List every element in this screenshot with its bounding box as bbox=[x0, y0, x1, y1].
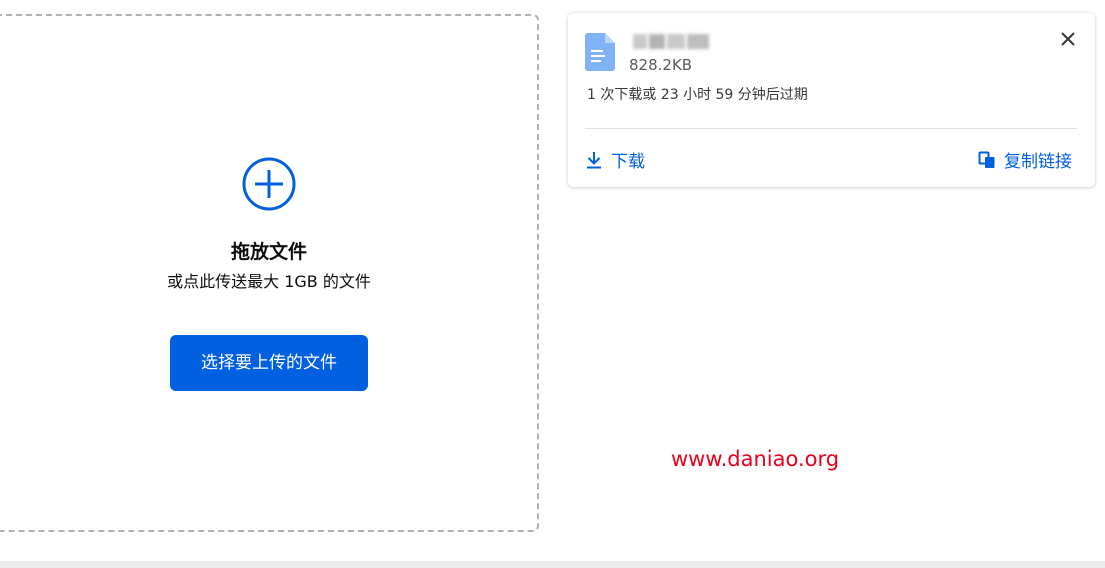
send-page: 拖放文件 或点此传送最大 1GB 的文件 选择要上传的文件 828.2KB 1 … bbox=[0, 0, 1105, 568]
file-name-redacted bbox=[633, 33, 709, 49]
card-divider bbox=[585, 128, 1077, 129]
copy-link-button[interactable]: 复制链接 bbox=[978, 147, 1072, 172]
drop-subtitle: 或点此传送最大 1GB 的文件 bbox=[167, 272, 371, 291]
download-label: 下载 bbox=[611, 152, 645, 172]
drop-title: 拖放文件 bbox=[230, 241, 307, 263]
close-icon[interactable] bbox=[1058, 29, 1078, 49]
copy-icon bbox=[978, 151, 995, 168]
download-icon bbox=[587, 151, 601, 168]
uploaded-file-card: 828.2KB 1 次下载或 23 小时 59 分钟后过期 下载 复制链接 bbox=[568, 13, 1095, 187]
download-link[interactable]: 下载 bbox=[585, 147, 645, 172]
file-size: 828.2KB bbox=[629, 56, 693, 74]
file-expiry-text: 1 次下载或 23 小时 59 分钟后过期 bbox=[587, 87, 808, 103]
document-icon bbox=[585, 33, 615, 71]
bottom-strip bbox=[0, 561, 1105, 568]
plus-circle-icon[interactable] bbox=[242, 157, 296, 211]
select-files-button[interactable]: 选择要上传的文件 bbox=[170, 335, 368, 391]
copy-link-label: 复制链接 bbox=[1004, 152, 1072, 172]
watermark-text: www.daniao.org bbox=[671, 447, 840, 471]
